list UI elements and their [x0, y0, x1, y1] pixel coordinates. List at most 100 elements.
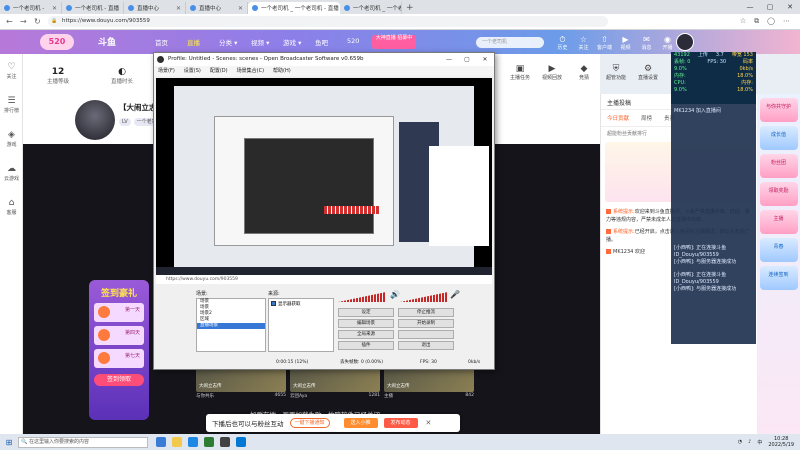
obs-button[interactable]: 全局来源 [338, 330, 394, 339]
obs-maximize-button[interactable]: ▢ [458, 53, 476, 66]
activity-banner[interactable]: 主播 [759, 210, 798, 234]
browser-tab[interactable]: 一个老司机 _ 一个老司机 - 直播✕ [248, 2, 340, 14]
maximize-button[interactable]: ▢ [760, 0, 780, 14]
obs-button[interactable]: 退出 [398, 341, 454, 350]
obs-menu-item[interactable]: 场景集合(C) [237, 66, 264, 76]
close-button[interactable]: ✕ [780, 0, 800, 14]
menu-icon[interactable]: ⋯ [783, 17, 790, 26]
room-tool[interactable]: ▣ 主播任务 [509, 64, 531, 81]
browser-tab[interactable]: 直播中心 ✕ [124, 2, 186, 14]
obs-button[interactable] [398, 330, 454, 339]
header-history-button[interactable]: ⏱ 历史 [554, 35, 571, 51]
room-tool[interactable]: ▶ 视频回放 [541, 64, 563, 81]
volume-icon[interactable]: ♪ [748, 439, 751, 445]
signin-day-7[interactable]: 第七天 [94, 349, 144, 368]
activity-banner[interactable]: 青春 [759, 238, 798, 262]
forward-icon[interactable]: → [20, 17, 28, 26]
rail-item[interactable]: ☁ 云游戏 [0, 156, 23, 190]
activity-banner[interactable]: 领取奖励 [759, 182, 798, 206]
chat-tab[interactable]: 周榜 [641, 114, 652, 122]
browser-tab[interactable]: 一个老司机 _ 一个老司机 - 直播✕ [340, 2, 402, 14]
obs-button[interactable]: 开始录制 [398, 319, 454, 328]
header-video-button[interactable]: ▶ 视频 [617, 35, 634, 51]
nav-item[interactable]: 首页 [155, 37, 187, 47]
back-icon[interactable]: ← [6, 17, 14, 26]
signin-claim-button[interactable]: 签到领取 [94, 374, 144, 386]
ime-indicator[interactable]: 中 [757, 439, 762, 446]
obs-menu-item[interactable]: 场景(F) [158, 66, 175, 76]
header-upload-button[interactable]: ⇧ 客户端 [596, 35, 613, 51]
wifi-icon[interactable]: ◔ [738, 439, 742, 445]
user-avatar[interactable] [676, 33, 694, 51]
close-icon[interactable]: ✕ [426, 419, 432, 427]
scene-item[interactable]: 直播场景 [197, 323, 265, 329]
push-button[interactable]: 送入小推 [343, 418, 378, 428]
file-explorer-icon[interactable] [172, 437, 182, 447]
notify-button[interactable]: 一键下播通知 [289, 418, 330, 428]
obs-menu-item[interactable]: 设置(S) [184, 66, 201, 76]
nav-item[interactable]: 分类 ▾ [219, 37, 251, 47]
signin-day-4[interactable]: 第四天 [94, 326, 144, 345]
url-field[interactable]: https://www.douyu.com/903559 [48, 16, 608, 27]
nav-item[interactable]: 游戏 ▾ [283, 37, 315, 47]
clock[interactable]: 10:28 2022/5/19 [768, 436, 794, 448]
obs-button[interactable]: 设定 [338, 308, 394, 317]
room-tool[interactable]: ◆ 竞猜 [573, 64, 595, 81]
browser-tab[interactable]: 一个老司机 - 直播✕ [62, 2, 124, 14]
chrome-icon[interactable] [204, 437, 214, 447]
obs-button[interactable]: 停止推流 [398, 308, 454, 317]
taskbar-search[interactable]: 在这里输入你要搜索的内容 [18, 436, 148, 448]
tab-close-icon[interactable]: ✕ [176, 5, 181, 12]
source-checkbox[interactable] [271, 301, 276, 306]
mic-icon[interactable]: 🎤 [450, 290, 460, 299]
tab-close-icon[interactable]: ✕ [238, 5, 243, 12]
speaker-icon[interactable]: 🔊 [390, 290, 400, 299]
minimize-button[interactable]: — [740, 0, 760, 14]
extensions-icon[interactable]: ⧉ [754, 17, 759, 26]
event-logo[interactable]: 520 [40, 34, 74, 50]
chat-tab[interactable]: 今日贡献 [607, 114, 629, 122]
brand-logo[interactable]: 斗鱼 [98, 35, 116, 48]
activity-banner[interactable]: 粉丝团 [759, 154, 798, 178]
obs-button[interactable]: 插件 [338, 341, 394, 350]
activity-banner[interactable]: 连续签到 [759, 266, 798, 290]
profile-icon[interactable]: ◯ [767, 17, 775, 26]
toggle-icon[interactable]: ◐ [111, 67, 133, 77]
obs-preview[interactable]: https://www.douyu.com/903559 [156, 78, 492, 284]
nav-item[interactable]: 视频 ▾ [251, 37, 283, 47]
obs-button[interactable]: 编辑场景 [338, 319, 394, 328]
new-tab-button[interactable]: + [406, 3, 414, 13]
source-item[interactable]: 显示器获取 [278, 302, 301, 307]
header-chat-button[interactable]: ✉ 消息 [638, 35, 655, 51]
signin-day-1[interactable]: 第一天 [94, 303, 144, 322]
obs-menu-item[interactable]: 帮助(H) [273, 66, 291, 76]
rail-item[interactable]: ◈ 游戏 [0, 122, 23, 156]
obs-menu-item[interactable]: 配置(D) [210, 66, 228, 76]
store-icon[interactable] [236, 437, 246, 447]
obs-minimize-button[interactable]: — [440, 53, 458, 66]
nav-item[interactable]: 直播 [187, 37, 219, 47]
reload-icon[interactable]: ↻ [34, 17, 42, 26]
anchor-avatar[interactable] [75, 100, 115, 140]
windows-start-icon[interactable]: ⊞ [0, 438, 18, 447]
task-view-icon[interactable] [156, 437, 166, 447]
room-tool[interactable]: ⚙ 直播设置 [637, 64, 659, 81]
post-button[interactable]: 发布动态 [383, 418, 418, 428]
favorites-icon[interactable]: ☆ [740, 17, 746, 26]
scene-list[interactable]: 场景 场景 场景2 区域 直播场景 [196, 298, 266, 352]
source-list[interactable]: 显示器获取 [268, 298, 334, 352]
activity-banner[interactable]: 与你共守护 [759, 98, 798, 122]
edge-icon[interactable] [188, 437, 198, 447]
room-tool[interactable]: ⛨ 超管功能 [605, 64, 627, 81]
rail-item[interactable]: ♡ 关注 [0, 54, 23, 88]
tab-close-icon[interactable]: ✕ [52, 5, 57, 12]
browser-tab[interactable]: 直播中心 ✕ [186, 2, 248, 14]
search-input[interactable]: 一个老司机 [476, 37, 544, 48]
nav-item[interactable]: 鱼吧 [315, 37, 347, 47]
activity-banner[interactable]: 成长值 [759, 126, 798, 150]
header-follow-button[interactable]: ☆ 关注 [575, 35, 592, 51]
rail-item[interactable]: ⌂ 客服 [0, 190, 23, 224]
promo-badge[interactable]: 大神直播 招募中 [372, 35, 416, 49]
rail-item[interactable]: ☰ 排行榜 [0, 88, 23, 122]
obs-taskbar-icon[interactable] [220, 437, 230, 447]
